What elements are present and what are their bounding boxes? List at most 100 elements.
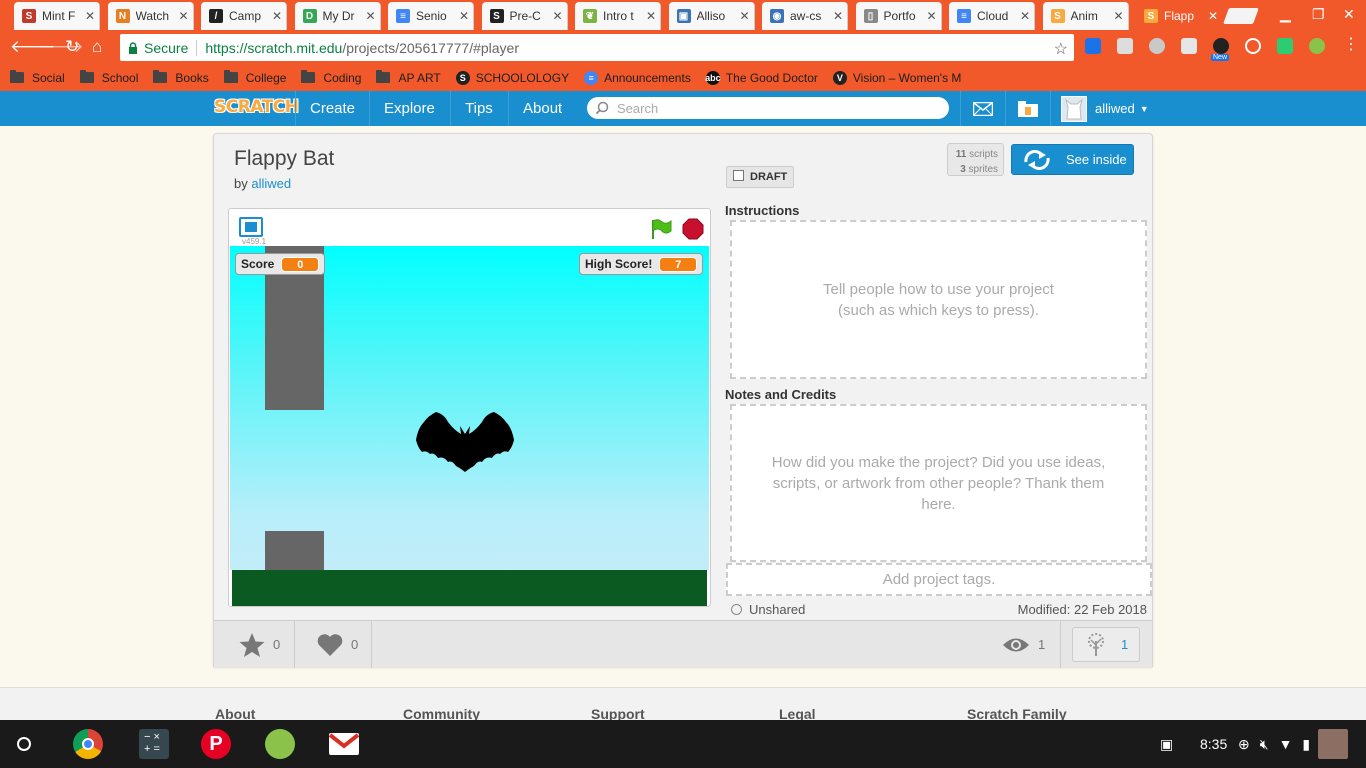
folder-icon — [10, 70, 24, 83]
favorite-button[interactable]: 0 — [239, 621, 280, 668]
tab-close-icon[interactable]: ✕ — [178, 9, 188, 23]
tab-close-icon[interactable]: ✕ — [365, 9, 375, 23]
bookmark-label: Books — [175, 70, 209, 85]
user-menu[interactable]: alliwed ▼ — [1050, 91, 1149, 126]
nav-create[interactable]: Create — [295, 91, 369, 126]
pinterest-app-icon[interactable]: P — [201, 729, 231, 759]
browser-tab[interactable]: ◉ aw-cs ✕ — [762, 2, 848, 30]
nav-tips[interactable]: Tips — [450, 91, 507, 126]
bookmark-star-icon[interactable]: ☆ — [1054, 39, 1068, 59]
browser-tab[interactable]: S Flapp ✕ — [1136, 2, 1222, 30]
nav-explore[interactable]: Explore — [369, 91, 449, 126]
bookmark-folder[interactable]: Coding — [301, 70, 361, 85]
launcher-icon[interactable] — [17, 737, 31, 751]
minimize-icon[interactable]: ▁ — [1280, 6, 1291, 23]
bookmark-folder[interactable]: AP ART — [376, 70, 441, 85]
game-stage[interactable]: Score 0 High Score! 7 — [230, 246, 709, 606]
views-stat: 1 — [1002, 621, 1045, 668]
bookmark-label: SCHOOLOLOGY — [475, 70, 570, 85]
paw-extension-icon[interactable] — [1245, 38, 1261, 54]
bookmark-folder[interactable]: Social — [10, 70, 65, 85]
browser-tab[interactable]: ▣ Alliso ✕ — [668, 2, 755, 30]
divider — [294, 621, 295, 668]
tab-close-icon[interactable]: ✕ — [646, 9, 656, 23]
scratch-logo[interactable]: SCRATCH — [214, 97, 299, 117]
calculator-app-icon[interactable]: − × + = — [139, 729, 169, 759]
browser-tab[interactable]: S Pre-C ✕ — [481, 2, 568, 30]
close-window-icon[interactable]: ✕ — [1343, 6, 1355, 23]
tab-close-icon[interactable]: ✕ — [85, 9, 95, 23]
new-tab-button[interactable] — [1223, 8, 1259, 24]
eye-icon — [1003, 638, 1029, 651]
search-box[interactable] — [587, 97, 949, 119]
instructions-box[interactable]: Tell people how to use your project (suc… — [730, 220, 1147, 379]
extension-icon[interactable] — [1277, 38, 1293, 54]
tab-favicon-icon: S — [22, 9, 36, 23]
remix-tree-button[interactable]: 1 — [1072, 627, 1140, 662]
screenshot-tray-icon[interactable]: ▣ — [1160, 720, 1173, 768]
notes-box[interactable]: How did you make the project? Did you us… — [730, 404, 1147, 562]
tab-close-icon[interactable]: ✕ — [1020, 9, 1030, 23]
browser-tab[interactable]: S Mint F ✕ — [14, 2, 100, 30]
gmail-app-icon[interactable] — [328, 733, 360, 755]
tab-favicon-icon: S — [1050, 9, 1065, 23]
my-stuff-button[interactable] — [1005, 91, 1049, 126]
bookmark-folder[interactable]: School — [79, 70, 139, 85]
share-status-label: Unshared — [749, 602, 806, 617]
draft-toggle[interactable]: DRAFT — [726, 166, 794, 188]
tab-close-icon[interactable]: ✕ — [739, 9, 749, 23]
bookmark-link[interactable]: ≡ Announcements — [584, 70, 691, 85]
home-icon[interactable]: ⌂ — [92, 38, 102, 55]
bookmark-folder[interactable]: Books — [153, 70, 209, 85]
os-shelf: − × + = P ▣ 8:35 ⊕ 🔇︎ ▼ ▮ — [0, 720, 1366, 768]
browser-tab[interactable]: ≡ Senio ✕ — [388, 2, 474, 30]
extension-icon[interactable] — [1117, 38, 1133, 54]
bookmark-link[interactable]: V Vision – Women's M — [832, 70, 961, 85]
search-input[interactable] — [617, 100, 937, 116]
browser-tab[interactable]: ▯ Portfo ✕ — [855, 2, 942, 30]
green-flag-icon[interactable] — [650, 218, 672, 240]
browser-tab[interactable]: D My Dr ✕ — [294, 2, 381, 30]
reload-icon[interactable]: ↻ — [65, 38, 79, 55]
tags-input[interactable]: Add project tags. — [726, 563, 1152, 596]
extension-icon[interactable] — [1309, 38, 1325, 54]
browser-tab[interactable]: ≡ Cloud ✕ — [949, 2, 1035, 30]
maximize-icon[interactable]: ❐ — [1312, 6, 1325, 23]
bookmark-link[interactable]: abc The Good Doctor — [705, 70, 818, 85]
draft-checkbox[interactable] — [733, 169, 744, 181]
love-button[interactable]: 0 — [317, 621, 358, 668]
tab-close-icon[interactable]: ✕ — [1113, 9, 1123, 23]
browser-tab[interactable]: S Anim ✕ — [1042, 2, 1129, 30]
browser-tab[interactable]: / Camp ✕ — [201, 2, 287, 30]
author-link[interactable]: alliwed — [251, 176, 291, 191]
nav-about[interactable]: About — [508, 91, 576, 126]
tab-favicon-icon: ▯ — [863, 9, 878, 23]
fullscreen-icon[interactable] — [239, 217, 263, 237]
clock[interactable]: 8:35 — [1200, 720, 1227, 768]
extension-icon[interactable] — [1149, 38, 1165, 54]
browser-tab[interactable]: N Watch ✕ — [107, 2, 194, 30]
tab-close-icon[interactable]: ✕ — [1208, 9, 1218, 23]
messages-button[interactable] — [960, 91, 1004, 126]
tab-close-icon[interactable]: ✕ — [926, 9, 936, 23]
heart-icon — [317, 633, 343, 656]
bookmark-link[interactable]: S SCHOOLOLOGY — [455, 70, 570, 85]
tab-close-icon[interactable]: ✕ — [272, 9, 282, 23]
analytics-extension-icon[interactable] — [1085, 38, 1101, 54]
chrome-app-icon[interactable] — [73, 729, 103, 759]
browser-tab[interactable]: ❦ Intro t ✕ — [575, 2, 661, 30]
menu-icon[interactable]: ⋮ — [1343, 36, 1359, 53]
tab-close-icon[interactable]: ✕ — [459, 9, 469, 23]
tab-close-icon[interactable]: ✕ — [833, 9, 843, 23]
bookmark-folder[interactable]: College — [223, 70, 286, 85]
extension-icon[interactable] — [1213, 38, 1229, 54]
stop-sign-icon[interactable] — [682, 218, 704, 240]
status-tray[interactable]: ⊕ 🔇︎ ▼ ▮ — [1238, 720, 1349, 768]
address-bar[interactable]: Secure https://scratch.mit.edu/projects/… — [120, 34, 1074, 61]
screenshot-extension-icon[interactable] — [1181, 38, 1197, 54]
tab-favicon-icon: N — [115, 9, 130, 23]
app-icon[interactable] — [265, 729, 295, 759]
tab-close-icon[interactable]: ✕ — [552, 9, 562, 23]
bookmark-label: School — [101, 70, 139, 85]
see-inside-button[interactable]: See inside — [1011, 144, 1134, 175]
